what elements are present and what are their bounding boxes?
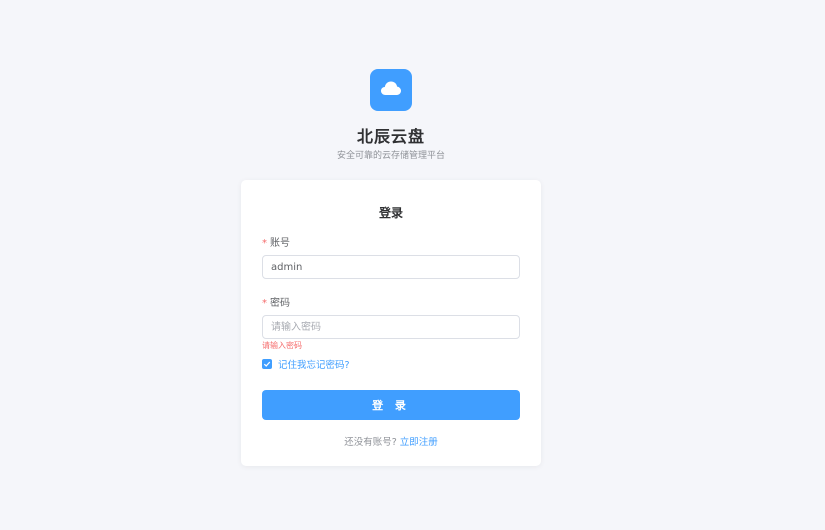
app-logo	[370, 69, 412, 111]
remember-label[interactable]: 记住我忘记密码?	[278, 357, 350, 371]
register-prompt: 还没有账号?	[344, 437, 397, 448]
account-label: * 账号	[262, 234, 290, 249]
password-label-text: 密码	[270, 298, 290, 309]
app-title: 北辰云盘	[356, 127, 425, 146]
remember-checkbox[interactable]	[262, 359, 272, 369]
login-card: 登录 *账号 *密码 请输入密码 记住我忘记密码? 登 录 还没有账号?立即注册	[241, 180, 541, 466]
register-row: 还没有账号? 立即注册	[241, 434, 541, 448]
password-input[interactable]	[262, 315, 520, 339]
cloud-icon	[380, 80, 402, 100]
check-icon	[263, 361, 271, 367]
login-button[interactable]: 登 录	[262, 390, 520, 420]
required-asterisk: *	[262, 238, 267, 249]
required-asterisk: *	[262, 298, 267, 309]
login-card-title: 登录	[378, 206, 403, 220]
account-input[interactable]	[262, 255, 520, 279]
password-error: 请输入密码	[262, 341, 302, 350]
app-subtitle: 安全可靠的云存储管理平台	[336, 151, 445, 161]
register-link[interactable]: 立即注册	[400, 437, 438, 448]
account-label-text: 账号	[270, 238, 290, 249]
password-label: * 密码	[262, 294, 290, 309]
remember-me-row[interactable]: 记住我忘记密码?	[262, 357, 350, 371]
